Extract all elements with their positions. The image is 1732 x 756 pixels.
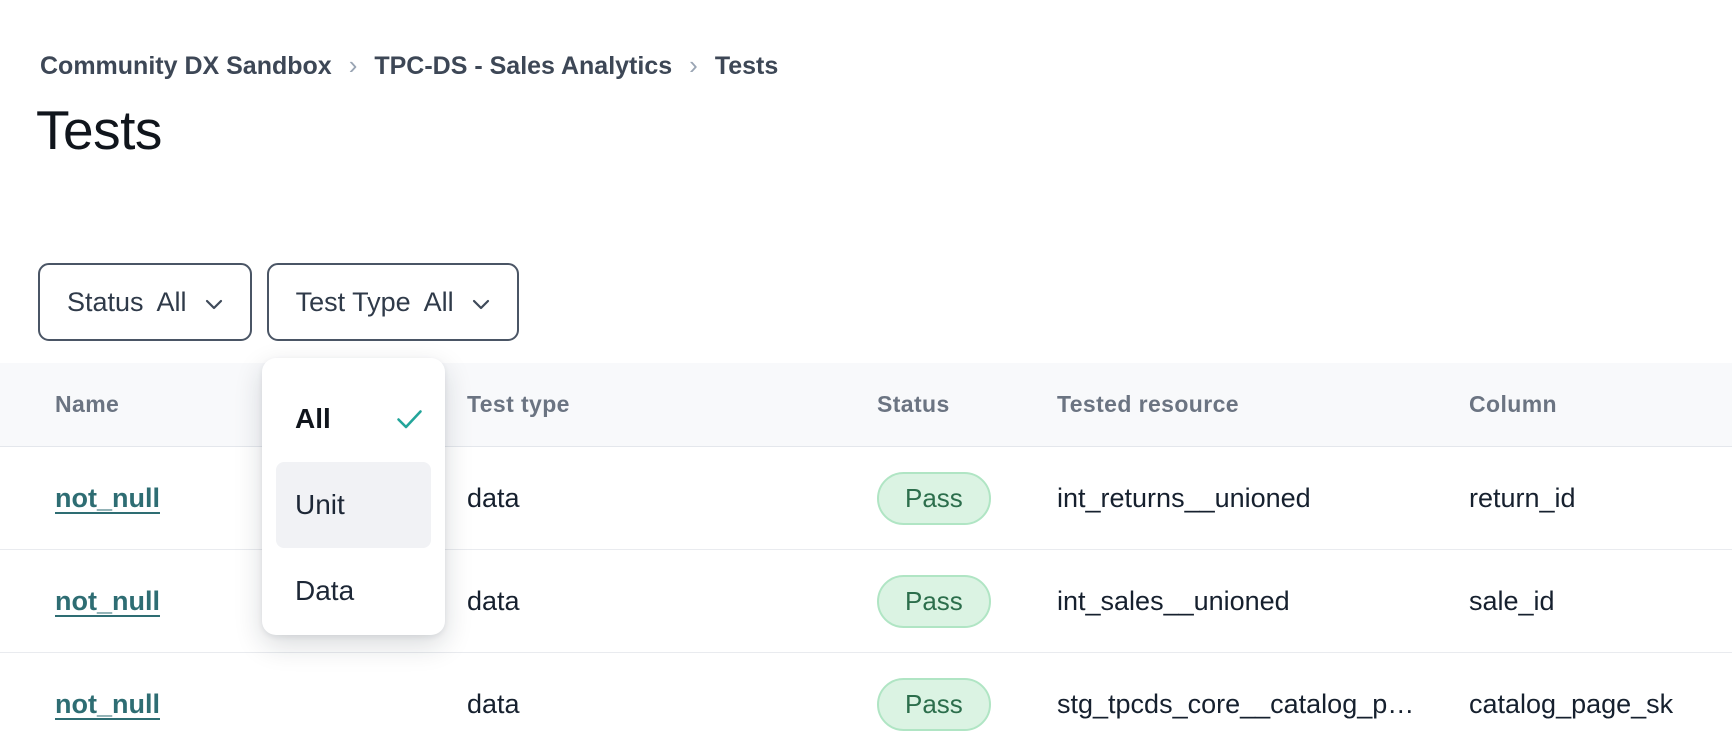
table-row: not_null data Pass int_returns__unioned … [0,447,1732,550]
status-badge: Pass [877,678,991,731]
dropdown-item-all[interactable]: All [276,376,431,462]
test-name-link[interactable]: not_null [55,689,160,719]
status-filter-label: Status [67,287,144,318]
test-name-link[interactable]: not_null [55,483,160,513]
test-type-cell: data [467,689,877,720]
column-header-tested-resource: Tested resource [1057,391,1469,418]
column-cell: catalog_page_sk [1469,689,1732,720]
check-icon [396,409,423,430]
status-badge: Pass [877,575,991,628]
tested-resource-cell: int_sales__unioned [1057,586,1469,617]
test-type-filter-label: Test Type [296,287,411,318]
tested-resource-cell: int_returns__unioned [1057,483,1469,514]
dropdown-item-unit[interactable]: Unit [276,462,431,548]
chevron-right-icon: › [349,52,358,81]
column-header-status: Status [877,391,1057,418]
breadcrumb-item-workspace[interactable]: Community DX Sandbox [40,52,332,81]
chevron-down-icon [205,299,223,310]
dropdown-item-label: Unit [295,489,345,521]
page-title: Tests [36,98,162,162]
status-filter-value: All [157,287,187,318]
table-header-row: Name Test type Status Tested resource Co… [0,363,1732,447]
tests-table: Name Test type Status Tested resource Co… [0,363,1732,756]
column-header-column: Column [1469,391,1732,418]
status-badge: Pass [877,472,991,525]
dropdown-item-label: All [295,403,331,435]
column-cell: sale_id [1469,586,1732,617]
table-row: not_null data Pass int_sales__unioned sa… [0,550,1732,653]
chevron-right-icon: › [689,52,698,81]
filter-bar: Status All Test Type All [38,263,519,341]
column-cell: return_id [1469,483,1732,514]
chevron-down-icon [472,299,490,310]
breadcrumb-item-current: Tests [715,52,778,81]
test-type-filter-button[interactable]: Test Type All [267,263,519,341]
test-type-cell: data [467,586,877,617]
table-body: not_null data Pass int_returns__unioned … [0,447,1732,756]
dropdown-item-label: Data [295,575,354,607]
breadcrumb-item-project[interactable]: TPC-DS - Sales Analytics [374,52,672,81]
test-type-cell: data [467,483,877,514]
dropdown-item-data[interactable]: Data [276,548,431,634]
test-type-dropdown-menu: All Unit Data [262,358,445,635]
status-filter-button[interactable]: Status All [38,263,252,341]
test-name-link[interactable]: not_null [55,586,160,616]
table-row: not_null data Pass stg_tpcds_core__catal… [0,653,1732,756]
breadcrumb: Community DX Sandbox › TPC-DS - Sales An… [40,52,778,81]
tested-resource-cell: stg_tpcds_core__catalog_p… [1057,689,1469,720]
column-header-test-type: Test type [467,391,877,418]
test-type-filter-value: All [424,287,454,318]
